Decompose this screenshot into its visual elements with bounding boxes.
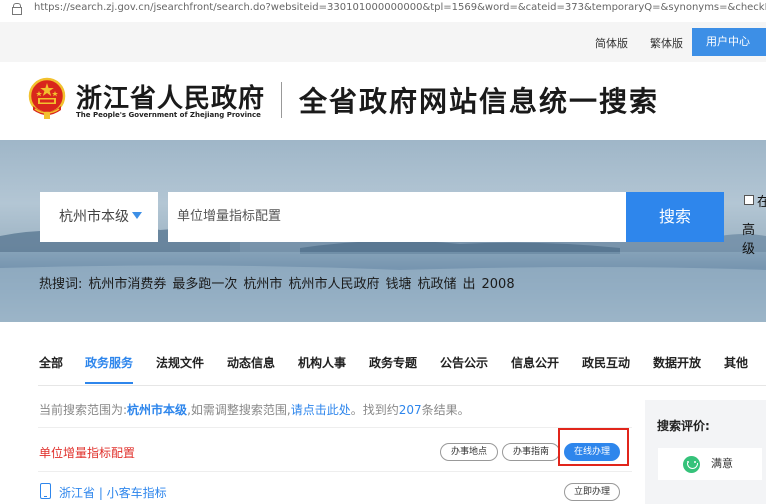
scope-middle: ,如需调整搜索范围,: [187, 403, 291, 417]
site-name[interactable]: 浙江省人民政府: [76, 78, 265, 115]
satisfied-label: 满意: [711, 457, 733, 470]
results-divider: [38, 471, 632, 472]
result-count: 207: [398, 403, 422, 417]
smile-icon: [683, 456, 700, 473]
tabs-divider: [38, 385, 766, 386]
advanced-search-link[interactable]: 高级: [742, 219, 766, 257]
tab-interaction[interactable]: 政民互动: [582, 354, 630, 371]
tab-other[interactable]: 其他: [724, 354, 748, 371]
hot-term[interactable]: 杭州市人民政府: [288, 277, 379, 292]
tab-personnel[interactable]: 机构人事: [298, 354, 346, 371]
highlight-box: [558, 428, 629, 466]
hot-term[interactable]: 出: [462, 277, 475, 292]
search-button[interactable]: 搜索: [626, 192, 724, 242]
result-title-link[interactable]: 单位增量指标配置: [39, 444, 135, 461]
simplified-chinese-link[interactable]: 简体版: [595, 35, 628, 51]
tab-open-data[interactable]: 数据开放: [653, 354, 701, 371]
scope-region: 杭州市本级: [127, 403, 188, 417]
search-rating-panel: 搜索评价: 满意: [645, 400, 766, 504]
url-text[interactable]: https://search.zj.gov.cn/jsearchfront/se…: [34, 0, 766, 16]
mobile-phone-icon: [40, 483, 51, 499]
tab-all[interactable]: 全部: [39, 354, 63, 371]
national-emblem-icon: [28, 77, 66, 119]
hot-search-terms: 热搜词: 杭州市消费券 最多跑一次 杭州市 杭州市人民政府 钱塘 杭政储出 2008: [39, 273, 521, 292]
hot-term[interactable]: 钱塘: [385, 277, 411, 292]
active-tab-indicator: [85, 382, 133, 384]
found-prefix: 。找到约: [350, 403, 399, 417]
user-center-button[interactable]: 用户中心: [692, 28, 766, 56]
search-option-label: 在: [757, 195, 766, 210]
address-bar[interactable]: https://search.zj.gov.cn/jsearchfront/se…: [0, 0, 766, 16]
tab-government-services[interactable]: 政务服务: [85, 354, 133, 371]
rating-title: 搜索评价:: [657, 419, 710, 433]
result-title-link[interactable]: 浙江省 | 小客车指标: [59, 484, 167, 501]
header-divider: [281, 82, 282, 118]
traditional-chinese-link[interactable]: 繁体版: [650, 35, 683, 51]
search-portal-title: 全省政府网站信息统一搜索: [299, 85, 660, 118]
hot-term[interactable]: 杭政储: [417, 277, 456, 292]
search-scope-info: 当前搜索范围为:杭州市本级,如需调整搜索范围,请点击此处。找到约207条结果。: [39, 401, 470, 418]
service-location-button[interactable]: 办事地点: [440, 443, 498, 461]
hot-term[interactable]: 2008: [482, 277, 515, 292]
site-name-english: The People's Government of Zhejiang Prov…: [76, 111, 261, 119]
service-guide-button[interactable]: 办事指南: [502, 443, 560, 461]
tab-topics[interactable]: 政务专题: [369, 354, 417, 371]
lock-icon: [12, 3, 22, 15]
hot-search-label: 热搜词:: [39, 277, 83, 292]
top-utility-bar: 简体版 繁体版 用户中心: [0, 22, 766, 62]
change-scope-link[interactable]: 请点击此处: [291, 403, 351, 417]
satisfied-button[interactable]: 满意: [658, 448, 762, 480]
hot-term[interactable]: 最多跑一次: [172, 277, 237, 292]
region-label: 杭州市本级: [59, 209, 129, 225]
search-input[interactable]: 单位增量指标配置: [168, 192, 626, 242]
results-divider: [38, 427, 632, 428]
tab-disclosure[interactable]: 信息公开: [511, 354, 559, 371]
search-banner: 杭州市本级 单位增量指标配置 搜索 在 高级 热搜词: 杭州市消费券 最多跑一次 杭州…: [0, 140, 766, 322]
site-header: 浙江省人民政府 The People's Government of Zheji…: [0, 62, 766, 140]
category-tabs: 全部 政务服务 法规文件 动态信息 机构人事 政务专题 公告公示 信息公开 政民…: [0, 322, 766, 386]
search-option-checkbox[interactable]: [744, 195, 754, 205]
region-select[interactable]: 杭州市本级: [40, 192, 158, 242]
hot-term[interactable]: 杭州市消费券: [88, 277, 166, 292]
tab-announcements[interactable]: 公告公示: [440, 354, 488, 371]
process-now-button[interactable]: 立即办理: [564, 483, 620, 501]
scope-prefix: 当前搜索范围为:: [39, 403, 128, 417]
found-suffix: 条结果。: [421, 403, 470, 417]
caret-down-icon: [132, 212, 142, 219]
tab-regulations[interactable]: 法规文件: [156, 354, 204, 371]
hot-term[interactable]: 杭州市: [243, 277, 282, 292]
tab-news[interactable]: 动态信息: [227, 354, 275, 371]
